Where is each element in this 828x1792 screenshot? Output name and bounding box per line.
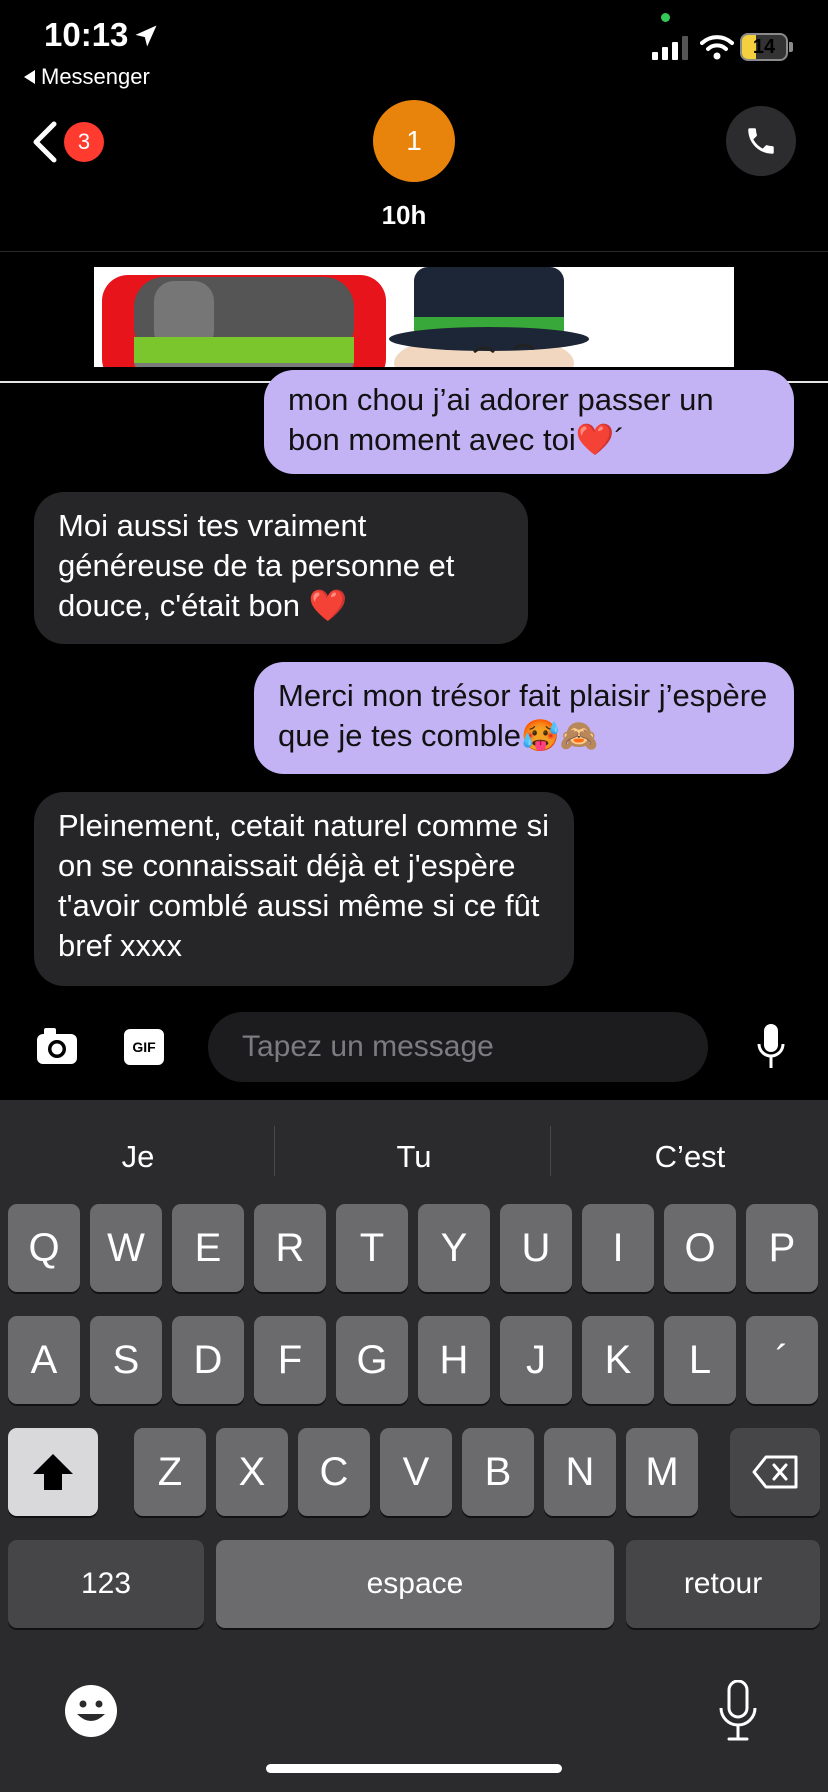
key-t[interactable]: T [336,1204,408,1292]
home-indicator[interactable] [266,1764,562,1773]
microphone-icon[interactable] [756,1024,786,1070]
key-m[interactable]: M [626,1428,698,1516]
key-w[interactable]: W [90,1204,162,1292]
key-x[interactable]: X [216,1428,288,1516]
backspace-icon [752,1455,798,1489]
dictation-microphone-icon[interactable] [718,1680,758,1742]
call-button[interactable] [726,106,796,176]
key-k[interactable]: K [582,1316,654,1404]
key-z[interactable]: Z [134,1428,206,1516]
delete-key[interactable] [730,1428,820,1516]
battery-indicator: 14 [740,33,788,61]
header-divider [0,251,828,252]
wifi-icon [700,35,734,60]
location-arrow-icon [135,25,157,47]
emoji-icon[interactable] [64,1684,118,1738]
key-j[interactable]: J [500,1316,572,1404]
numbers-key[interactable]: 123 [8,1540,204,1628]
phone-icon [748,128,774,154]
key-q[interactable]: Q [8,1204,80,1292]
suggestion-divider [274,1126,275,1176]
shift-arrow-icon [33,1454,73,1490]
return-key[interactable]: retour [626,1540,820,1628]
camera-icon[interactable] [36,1026,78,1066]
key-f[interactable]: F [254,1316,326,1404]
key-o[interactable]: O [664,1204,736,1292]
suggestion-1[interactable]: Je [0,1130,276,1184]
back-to-app-link[interactable]: Messenger [24,64,150,90]
key-c[interactable]: C [298,1428,370,1516]
cellular-signal-icon [652,36,688,60]
key-d[interactable]: D [172,1316,244,1404]
back-app-label: Messenger [41,64,150,89]
key-e[interactable]: E [172,1204,244,1292]
key-a[interactable]: A [8,1316,80,1404]
suggestion-divider [550,1126,551,1176]
shift-key[interactable] [8,1428,98,1516]
key-b[interactable]: B [462,1428,534,1516]
key-u[interactable]: U [500,1204,572,1292]
key-l[interactable]: L [664,1316,736,1404]
message-outgoing[interactable]: Merci mon trésor fait plaisir j’espère q… [254,662,794,774]
last-active-label: 10h [381,200,427,230]
message-input[interactable]: Tapez un message [208,1012,708,1082]
status-time: 10:13 [44,16,129,53]
message-incoming[interactable]: Moi aussi tes vraiment généreuse de ta p… [34,492,528,644]
key-i[interactable]: I [582,1204,654,1292]
message-outgoing[interactable]: mon chou j’ai adorer passer un bon momen… [264,370,794,474]
ad-banner[interactable] [94,267,734,367]
key-p[interactable]: P [746,1204,818,1292]
space-key[interactable]: espace [216,1540,614,1628]
unread-count-badge: 3 [64,122,104,162]
key-g[interactable]: G [336,1316,408,1404]
key-v[interactable]: V [380,1428,452,1516]
suggestion-3[interactable]: C’est [552,1130,828,1184]
suggestion-2[interactable]: Tu [276,1130,552,1184]
privacy-indicator-dot [661,13,670,22]
key-accent[interactable]: ´ [746,1316,818,1404]
battery-level: 14 [752,36,776,58]
key-s[interactable]: S [90,1316,162,1404]
gif-button[interactable]: GIF [124,1029,164,1065]
contact-avatar[interactable]: 1 [373,100,455,182]
key-n[interactable]: N [544,1428,616,1516]
battery-cap [789,42,793,52]
message-incoming[interactable]: Pleinement, cetait naturel comme si on s… [34,792,574,986]
back-triangle-icon [24,70,35,84]
key-y[interactable]: Y [418,1204,490,1292]
key-h[interactable]: H [418,1316,490,1404]
back-chevron-icon[interactable] [28,118,62,166]
ad-image [102,267,589,367]
key-r[interactable]: R [254,1204,326,1292]
